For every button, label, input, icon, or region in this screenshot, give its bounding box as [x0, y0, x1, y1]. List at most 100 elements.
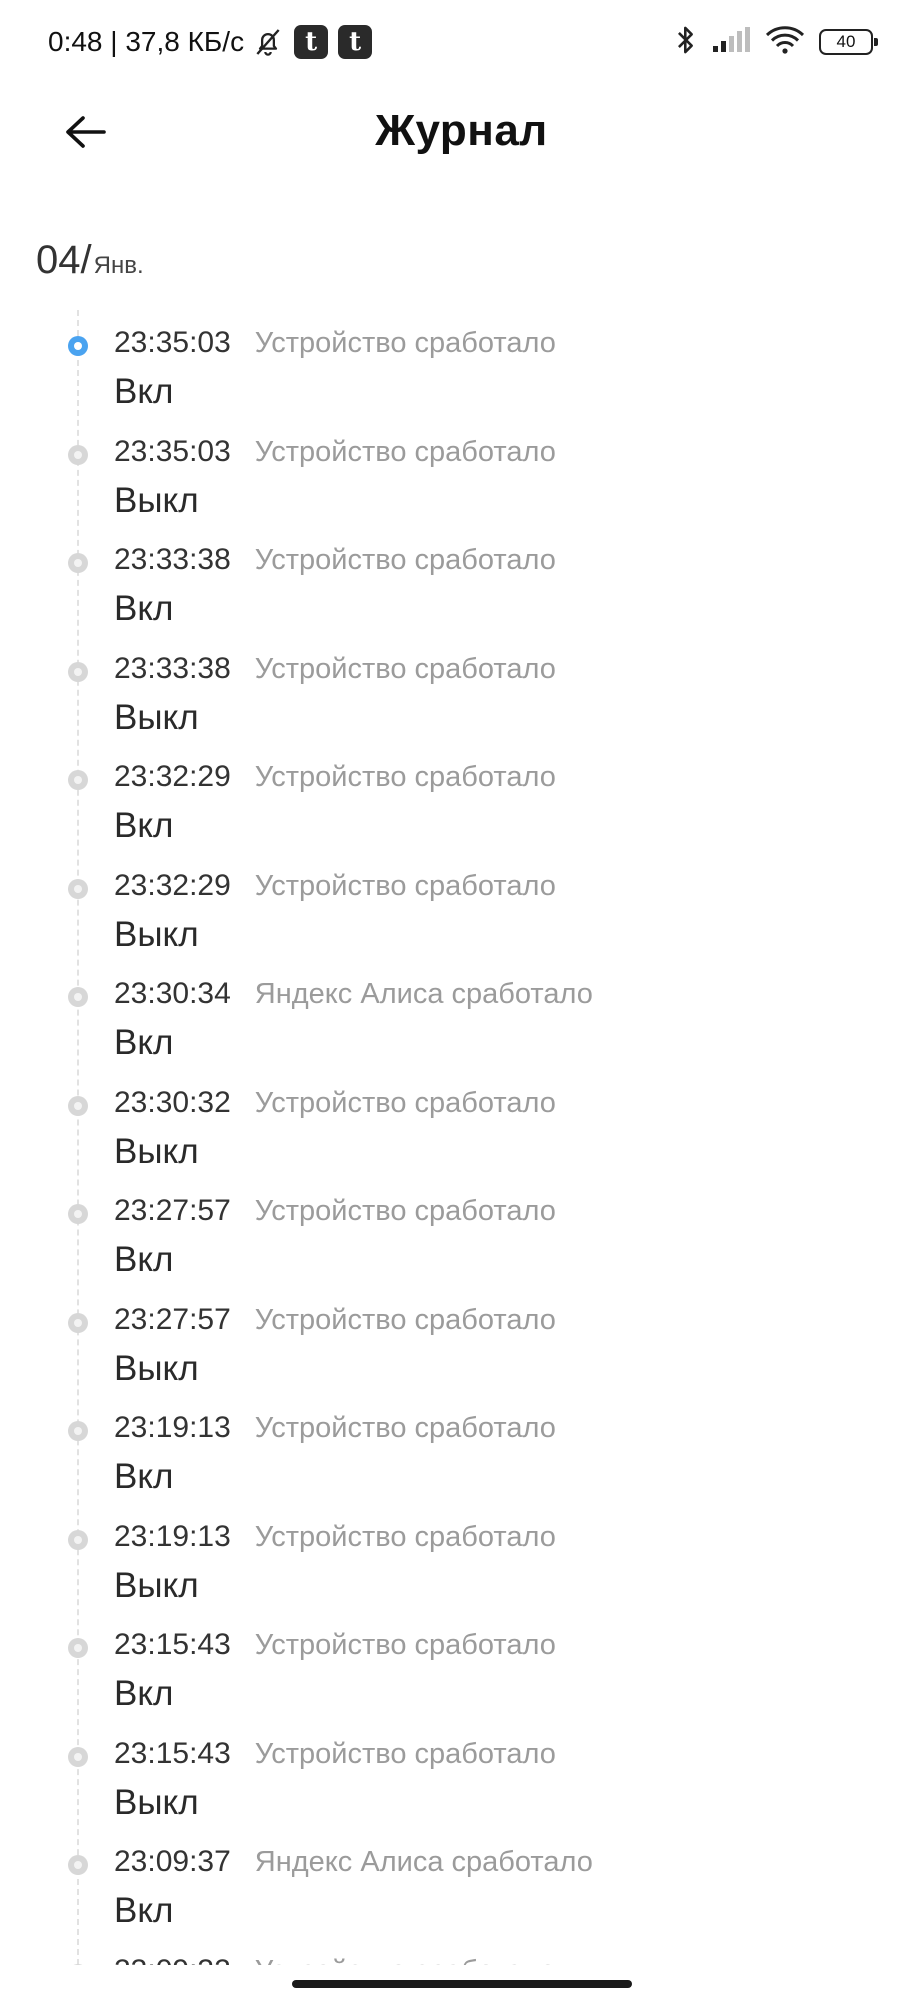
entry-time: 23:33:38	[114, 651, 231, 685]
entry-description: Устройство сработало	[254, 1303, 556, 1336]
log-entry: 23:09:32 Устройство сработало	[0, 1928, 923, 1966]
entry-header: 23:27:57 Устройство сработало	[114, 1194, 556, 1228]
date-day: 04/	[36, 238, 92, 282]
log-entry: 23:27:57 Устройство сработало Выкл	[0, 1277, 923, 1388]
entry-state: Выкл	[114, 914, 199, 954]
timeline-dot-icon	[68, 1095, 88, 1116]
entry-header: 23:19:13 Устройство сработало	[114, 1411, 556, 1445]
app-header: Журнал	[0, 84, 923, 184]
entry-state: Выкл	[114, 1348, 199, 1388]
page-title: Журнал	[375, 106, 548, 155]
entry-description: Устройство сработало	[255, 1955, 556, 1966]
log-entry: 23:30:32 Устройство сработало Выкл	[0, 1060, 923, 1171]
entry-time: 23:27:57	[114, 1194, 231, 1227]
entry-time: 23:30:32	[114, 1085, 231, 1119]
entry-state: Выкл	[114, 1782, 199, 1822]
timeline-dot-icon	[68, 661, 88, 682]
timeline-dot-icon	[68, 987, 88, 1007]
entry-state: Вкл	[114, 1240, 174, 1279]
log-entry: 23:32:29 Устройство сработало Выкл	[0, 843, 923, 954]
entry-description: Устройство сработало	[254, 761, 556, 793]
entry-header: 23:09:32 Устройство сработало	[114, 1954, 556, 1966]
entry-description: Устройство сработало	[254, 652, 556, 685]
entry-header: 23:19:13 Устройство сработало	[114, 1520, 556, 1554]
timeline-dot-icon	[68, 1204, 88, 1224]
timeline-dot-icon	[68, 1855, 88, 1875]
log-entry: 23:09:37 Яндекс Алиса сработало Вкл	[0, 1819, 923, 1930]
entry-header: 23:35:03 Устройство сработало	[114, 326, 556, 360]
entry-description: Устройство сработало	[254, 1195, 556, 1227]
entry-state: Выкл	[114, 697, 199, 737]
entry-state: Вкл	[114, 1891, 174, 1930]
entry-header: 23:30:32 Устройство сработало	[114, 1086, 556, 1120]
wifi-icon	[765, 25, 805, 60]
timeline-dot-icon	[68, 553, 88, 573]
timeline-dot-icon	[68, 1963, 88, 1965]
date-month: Янв.	[93, 252, 144, 279]
entry-description: Устройство сработало	[254, 869, 556, 902]
entry-time: 23:27:57	[114, 1302, 231, 1336]
entry-state: Вкл	[114, 372, 174, 411]
entry-state: Выкл	[114, 1131, 199, 1171]
battery-icon: 40	[819, 29, 878, 55]
log-entry: 23:35:03 Устройство сработало Выкл	[0, 409, 923, 520]
mute-bell-icon	[252, 26, 284, 58]
entry-time: 23:32:29	[114, 868, 231, 902]
entry-description: Устройство сработало	[254, 1629, 556, 1661]
entry-state: Вкл	[114, 1457, 174, 1496]
entry-header: 23:30:34 Яндекс Алиса сработало	[114, 977, 593, 1011]
entry-description: Устройство сработало	[254, 1412, 556, 1444]
entry-header: 23:32:29 Устройство сработало	[114, 760, 556, 794]
log-entry: 23:33:38 Устройство сработало Выкл	[0, 626, 923, 737]
log-entry: 23:27:57 Устройство сработало Вкл	[0, 1168, 923, 1279]
log-entry: 23:15:43 Устройство сработало Выкл	[0, 1711, 923, 1822]
log-entry: 23:19:13 Устройство сработало Выкл	[0, 1494, 923, 1605]
entry-description: Устройство сработало	[254, 544, 556, 576]
entry-header: 23:15:43 Устройство сработало	[114, 1628, 556, 1662]
date-header: 04/ Янв.	[36, 238, 144, 283]
app-notification-icon: t	[294, 25, 329, 59]
entry-description: Устройство сработало	[254, 1520, 556, 1553]
entry-description: Устройство сработало	[254, 1086, 556, 1119]
entry-state: Выкл	[114, 480, 199, 520]
bluetooth-icon	[675, 23, 697, 62]
timeline-dot-icon	[68, 444, 88, 465]
timeline-dot-icon	[68, 1421, 88, 1441]
log-entry: 23:19:13 Устройство сработало Вкл	[0, 1385, 923, 1496]
log-entry: 23:30:34 Яндекс Алиса сработало Вкл	[0, 951, 923, 1062]
entry-header: 23:09:37 Яндекс Алиса сработало	[114, 1845, 593, 1879]
entry-header: 23:33:38 Устройство сработало	[114, 652, 556, 686]
timeline-dot-icon	[68, 1638, 88, 1658]
home-indicator[interactable]	[292, 1980, 632, 1988]
battery-level: 40	[836, 32, 856, 51]
entry-state: Вкл	[114, 1023, 174, 1062]
timeline-dot-active-icon	[68, 336, 88, 356]
entry-time: 23:33:38	[114, 543, 231, 576]
entry-state: Выкл	[114, 1565, 199, 1605]
timeline-dot-icon	[68, 1746, 88, 1767]
status-right: 40	[675, 22, 878, 62]
entry-state: Вкл	[114, 589, 174, 628]
entry-header: 23:27:57 Устройство сработало	[114, 1303, 556, 1337]
log-entry: 23:15:43 Устройство сработало Вкл	[0, 1602, 923, 1713]
entry-description: Яндекс Алиса сработало	[254, 978, 593, 1010]
entry-header: 23:33:38 Устройство сработало	[114, 543, 556, 577]
status-left: 0:48 | 37,8 КБ/с t t	[48, 22, 373, 62]
status-time-speed: 0:48 | 37,8 КБ/с	[48, 26, 245, 57]
log-timeline[interactable]: 23:35:03 Устройство сработало Вкл 23:35:03 У…	[0, 300, 923, 1965]
entry-time: 23:35:03	[114, 326, 231, 359]
entry-header: 23:32:29 Устройство сработало	[114, 869, 556, 903]
entry-header: 23:35:03 Устройство сработало	[114, 435, 556, 469]
entry-description: Устройство сработало	[254, 327, 556, 359]
status-bar: 0:48 | 37,8 КБ/с t t 40	[0, 0, 923, 84]
entry-state: Вкл	[114, 1674, 174, 1713]
timeline-dot-icon	[68, 1529, 88, 1550]
entry-state: Вкл	[114, 806, 174, 845]
log-entries: 23:35:03 Устройство сработало Вкл 23:35:03 У…	[0, 300, 923, 1965]
entry-time: 23:09:37	[114, 1845, 231, 1878]
entry-description: Устройство сработало	[254, 1737, 556, 1770]
entry-description: Устройство сработало	[254, 435, 556, 468]
entry-time: 23:19:13	[114, 1519, 231, 1553]
timeline-dot-icon	[68, 770, 88, 790]
entry-time: 23:15:43	[114, 1736, 231, 1770]
